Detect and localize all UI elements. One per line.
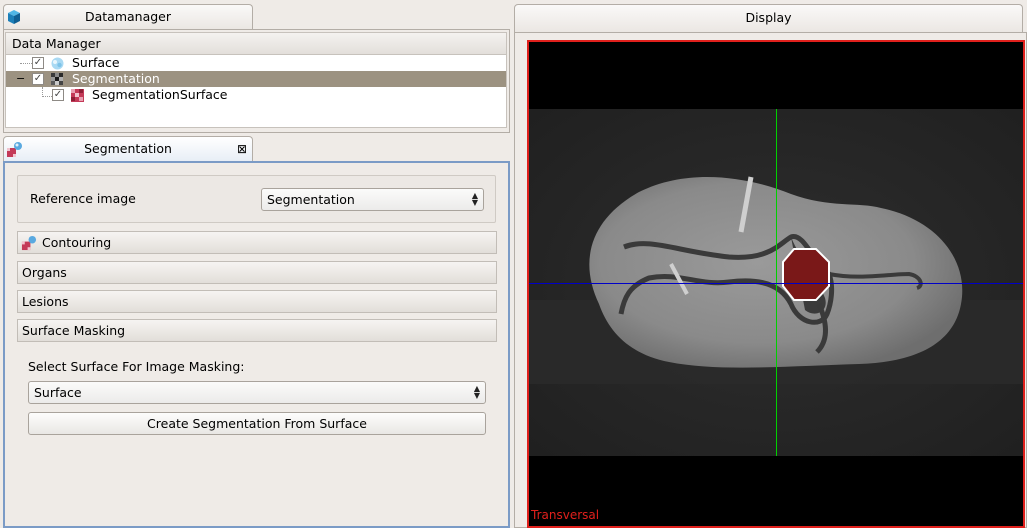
section-label: Organs bbox=[22, 265, 67, 280]
tree-node-label: Surface bbox=[72, 55, 120, 70]
section-label: Lesions bbox=[22, 294, 69, 309]
surface-masking-value: Surface bbox=[34, 385, 82, 400]
section-label: Contouring bbox=[42, 235, 112, 250]
reference-image-select[interactable]: Segmentation ▲ ▼ bbox=[261, 188, 484, 211]
section-organs[interactable]: Organs bbox=[17, 261, 497, 284]
reference-image-value: Segmentation bbox=[267, 192, 355, 207]
surface-masking-select[interactable]: Surface ▲ ▼ bbox=[28, 381, 486, 404]
segmentation-tab-title: Segmentation bbox=[84, 141, 172, 156]
segmentation-surface-checkbox[interactable]: ✓ bbox=[52, 89, 64, 101]
image-icon bbox=[51, 73, 63, 85]
close-icon[interactable]: ⊠ bbox=[237, 137, 247, 161]
tree-node-segmentation-surface[interactable]: ✓ SegmentationSurface bbox=[6, 87, 506, 103]
select-arrows-icon: ▲ ▼ bbox=[471, 191, 478, 207]
section-surface-masking[interactable]: Surface Masking bbox=[17, 319, 497, 342]
select-arrows-icon: ▲ ▼ bbox=[473, 384, 480, 400]
collapse-icon[interactable]: − bbox=[16, 71, 25, 87]
datamanager-tab[interactable]: Datamanager bbox=[3, 4, 253, 29]
reference-image-label: Reference image bbox=[30, 191, 136, 206]
segmentation-tab[interactable]: Segmentation ⊠ bbox=[3, 136, 253, 161]
crosshair-horizontal[interactable] bbox=[529, 283, 1023, 284]
tree-node-surface[interactable]: ✓ Surface bbox=[6, 55, 506, 71]
datamanager-tab-title: Datamanager bbox=[84, 9, 172, 24]
section-contouring[interactable]: Contouring bbox=[17, 231, 497, 254]
surface-checkbox[interactable]: ✓ bbox=[32, 57, 44, 69]
data-manager-header: Data Manager bbox=[5, 32, 507, 55]
view-orientation-label: Transversal bbox=[531, 508, 600, 522]
tree-node-label: SegmentationSurface bbox=[92, 87, 228, 102]
data-tree[interactable]: ✓ Surface − ✓ Segmentation ✓ Segmentatio… bbox=[5, 55, 507, 128]
surface-icon bbox=[51, 57, 64, 70]
segmentation-icon bbox=[21, 235, 37, 251]
section-label: Surface Masking bbox=[22, 323, 126, 338]
tree-node-segmentation[interactable]: − ✓ Segmentation bbox=[6, 71, 506, 87]
tree-node-label: Segmentation bbox=[72, 71, 160, 86]
segmentation-checkbox[interactable]: ✓ bbox=[32, 73, 44, 85]
reference-image-group: Reference image Segmentation ▲ ▼ bbox=[17, 175, 496, 223]
display-tab-title: Display bbox=[745, 10, 792, 25]
surface-masking-label: Select Surface For Image Masking: bbox=[28, 359, 245, 374]
section-lesions[interactable]: Lesions bbox=[17, 290, 497, 313]
create-segmentation-from-surface-button[interactable]: Create Segmentation From Surface bbox=[28, 412, 486, 435]
render-window-transversal[interactable]: Transversal bbox=[527, 40, 1025, 528]
display-tab[interactable]: Display bbox=[514, 4, 1023, 32]
segmentation-surface-icon bbox=[71, 89, 84, 102]
